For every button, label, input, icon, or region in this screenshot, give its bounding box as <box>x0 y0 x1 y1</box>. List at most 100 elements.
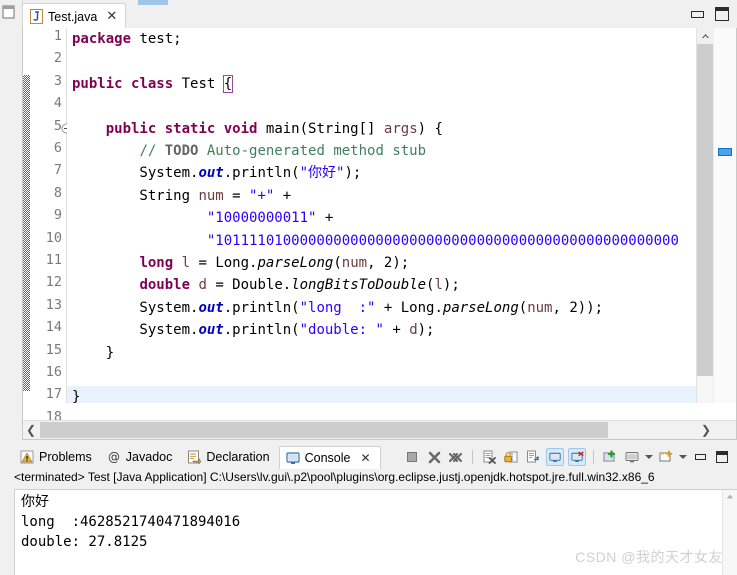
code-line-6: // TODO Auto-generated method stub <box>139 143 427 159</box>
word-wrap-button[interactable] <box>524 448 542 466</box>
tab-problems[interactable]: Problems <box>14 446 101 468</box>
view-minimize-button[interactable] <box>691 448 709 466</box>
show-console-on-output-button[interactable] <box>546 448 564 466</box>
line-number: 11 <box>45 252 62 268</box>
watermark-text: CSDN @我的天才女友 <box>575 549 723 565</box>
console-vertical-scrollbar[interactable] <box>722 490 737 575</box>
view-stub-icon <box>2 5 15 19</box>
tab-drag-indicator <box>138 0 168 5</box>
line-number: 6 <box>53 140 62 156</box>
line-number: 12 <box>45 274 62 291</box>
console-view-toolbar <box>403 447 731 467</box>
close-icon[interactable]: ✕ <box>360 451 370 465</box>
view-maximize-button[interactable] <box>713 448 731 466</box>
line-number: 13 <box>45 296 62 313</box>
tab-declaration[interactable]: Declaration <box>181 446 278 468</box>
console-line: 你好 <box>21 494 49 510</box>
console-icon <box>285 451 300 464</box>
scroll-right-icon[interactable]: ❯ <box>698 421 714 439</box>
code-line-1: package test; <box>72 31 182 47</box>
code-line-9: "10000000011" + <box>206 210 334 227</box>
tab-label: Console <box>304 450 351 465</box>
code-line-15: } <box>72 344 115 361</box>
code-text-area[interactable]: package test; public class Test { public… <box>67 28 717 403</box>
code-line-3: public class Test { <box>72 74 234 93</box>
overview-ruler[interactable] <box>713 28 736 403</box>
code-line-12: double d = Double.longBitsToDouble(l); <box>139 277 460 294</box>
line-number-ruler: 1 2 3 4 5 6 7 8 9 10 11 12 13 14 15 16 1… <box>30 28 67 425</box>
overview-ruler-marker[interactable] <box>718 148 732 156</box>
tab-label: Declaration <box>206 450 270 464</box>
remove-all-launches-button[interactable] <box>447 448 465 466</box>
tab-javadoc[interactable]: @ Javadoc <box>101 446 182 468</box>
bottom-view-stack: Problems @ Javadoc Declaration Console ✕… <box>0 444 737 575</box>
line-number: 10 <box>45 229 62 246</box>
code-line-5: public static void main(String[] args) { <box>105 120 443 137</box>
pin-console-button[interactable] <box>601 448 619 466</box>
view-tab-bar: Problems @ Javadoc Declaration Console ✕ <box>14 445 381 469</box>
maximize-button[interactable] <box>715 7 729 21</box>
open-console-button[interactable] <box>657 448 675 466</box>
window-controls <box>691 7 729 21</box>
eclipse-window: Test.java ✕ 1 2 3 4 5 6 7 8 9 10 11 12 1… <box>0 0 737 575</box>
code-line-10: "101111010000000000000000000000000000000… <box>206 232 679 249</box>
console-line: long :4628521740471894016 <box>21 514 241 530</box>
java-editor[interactable]: 1 2 3 4 5 6 7 8 9 10 11 12 13 14 15 16 1… <box>22 28 737 440</box>
svg-text:@: @ <box>108 450 120 464</box>
scroll-up-icon[interactable] <box>723 490 737 503</box>
scroll-left-icon[interactable]: ❮ <box>23 421 39 439</box>
code-line-14: System.out.println("double: " + d); <box>72 322 435 339</box>
line-number: 16 <box>45 364 62 380</box>
perspective-stub <box>0 0 23 28</box>
clear-console-button[interactable] <box>480 448 498 466</box>
line-number: 5 <box>53 117 62 134</box>
line-number: 2 <box>53 50 62 67</box>
editor-vertical-scrollbar[interactable] <box>696 28 714 403</box>
chevron-down-icon[interactable] <box>679 455 687 459</box>
declaration-icon <box>188 450 202 464</box>
console-line: double: 27.8125 <box>21 534 148 550</box>
scroll-lock-button[interactable] <box>502 448 520 466</box>
code-line-17: } <box>72 389 81 403</box>
editor-horizontal-scrollbar[interactable]: ❮ ❯ <box>23 420 736 439</box>
show-console-on-error-button[interactable] <box>568 448 586 466</box>
editor-tab-bar: Test.java ✕ <box>0 0 737 29</box>
line-number: 17 <box>45 386 62 403</box>
minimize-button[interactable] <box>691 10 704 18</box>
code-line-11: long l = Long.parseLong(num, 2); <box>139 255 410 271</box>
tab-label: Problems <box>39 450 92 464</box>
scroll-down-icon[interactable] <box>697 387 714 403</box>
chevron-down-icon[interactable] <box>645 455 653 459</box>
toolbar-separator <box>593 450 594 464</box>
scroll-up-icon[interactable] <box>697 28 714 44</box>
terminate-button[interactable] <box>403 448 421 466</box>
line-number: 4 <box>53 95 62 112</box>
line-number: 7 <box>53 162 62 179</box>
hscrollbar-thumb[interactable] <box>40 422 608 438</box>
display-selected-console-button[interactable] <box>623 448 641 466</box>
line-number: 15 <box>45 341 62 358</box>
tab-test-java[interactable]: Test.java ✕ <box>22 3 127 29</box>
line-number: 14 <box>45 319 62 336</box>
toolbar-separator <box>472 450 473 464</box>
tab-label: Javadoc <box>125 450 173 464</box>
close-icon[interactable]: ✕ <box>106 10 117 23</box>
code-line-7: System.out.println("你好"); <box>72 165 362 182</box>
remove-launch-button[interactable] <box>425 448 443 466</box>
tab-label: Test.java <box>48 9 98 24</box>
javadoc-icon: @ <box>108 450 120 464</box>
line-number: 3 <box>53 72 62 89</box>
current-line-highlight <box>67 386 717 403</box>
line-number: 9 <box>53 207 62 224</box>
problems-icon <box>20 450 34 464</box>
scrollbar-thumb[interactable] <box>697 44 714 376</box>
code-line-8: String num = "+" + <box>72 187 292 204</box>
line-number: 8 <box>53 184 62 201</box>
tab-console[interactable]: Console ✕ <box>278 445 381 469</box>
launch-description: <terminated> Test [Java Application] C:\… <box>14 470 655 484</box>
java-file-icon <box>30 9 43 24</box>
line-number: 1 <box>53 28 62 44</box>
